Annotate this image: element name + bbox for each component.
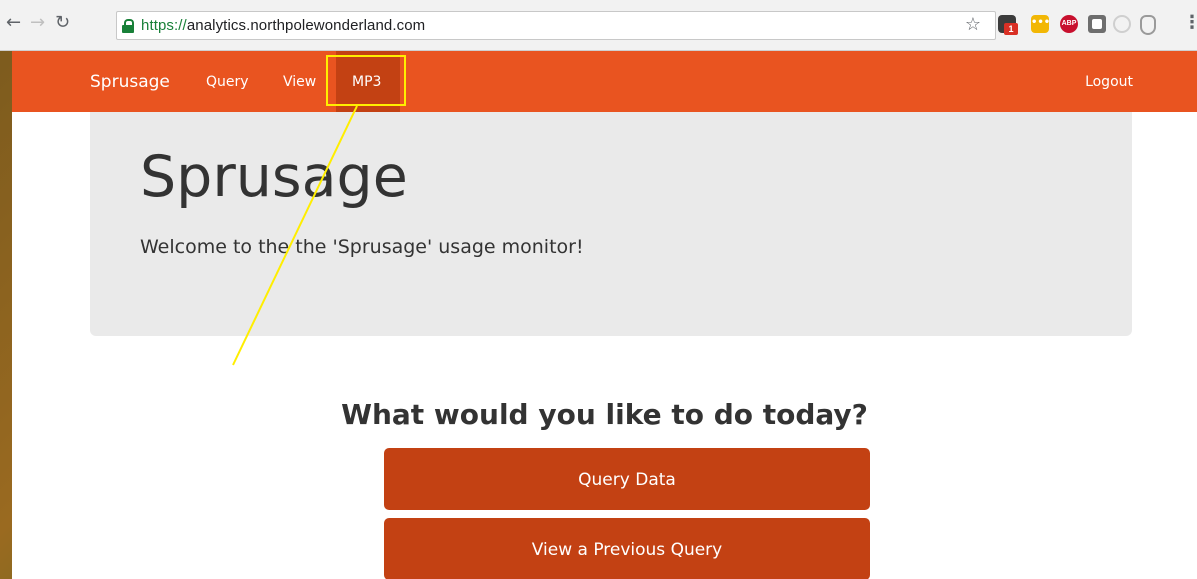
annotation-pointer-line (232, 105, 358, 366)
